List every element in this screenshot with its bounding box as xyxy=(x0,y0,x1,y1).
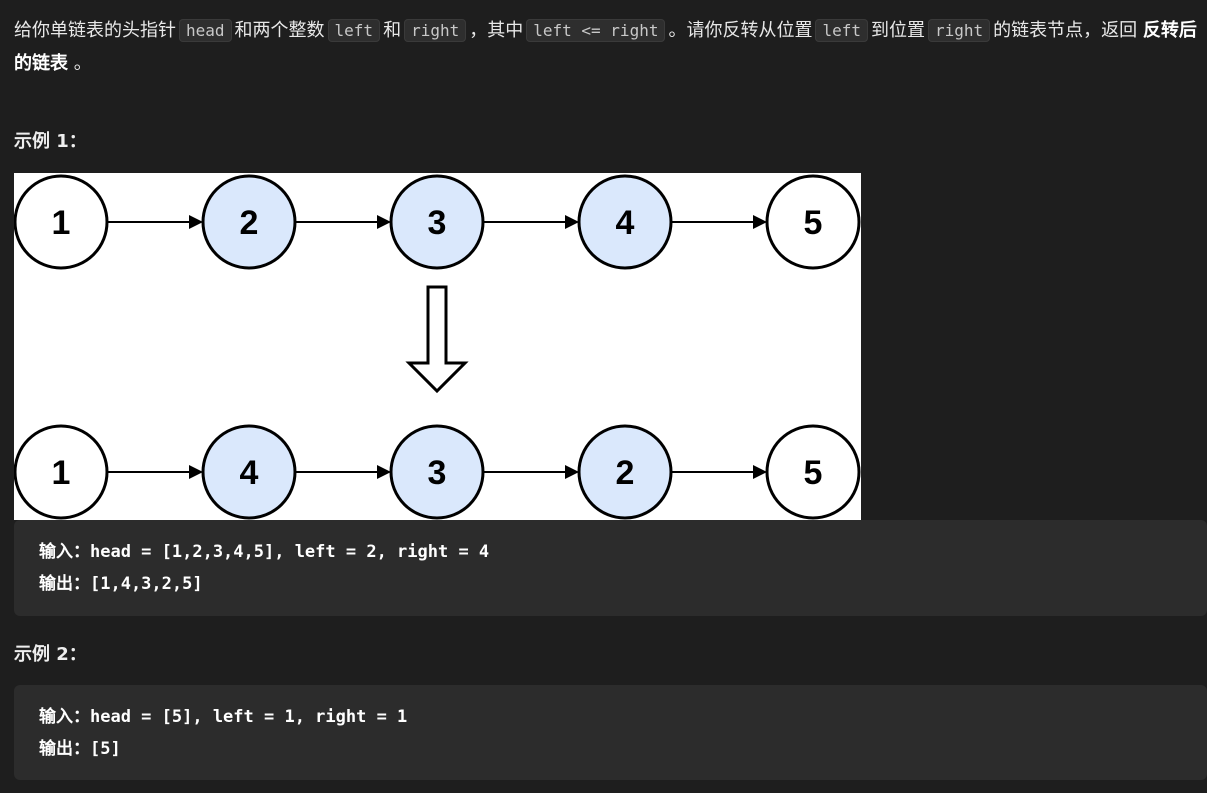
linked-list-diagram: 1 2 3 4 5 1 4 3 2 5 xyxy=(14,174,861,520)
desc-text: 和 xyxy=(383,20,402,41)
inline-code-left: left xyxy=(327,19,381,42)
desc-text: 给你单链表的头指针 xyxy=(14,20,176,41)
before-node-label: 3 xyxy=(428,204,447,242)
before-node-label: 4 xyxy=(616,204,635,242)
after-node-label: 4 xyxy=(240,454,259,492)
after-node-label: 2 xyxy=(616,454,635,492)
example-1-title: 示例 1： xyxy=(14,131,87,152)
input-value: head = [1,2,3,4,5], left = 2, right = 4 xyxy=(90,542,490,562)
output-label: 输出： xyxy=(39,574,90,594)
after-node-label: 1 xyxy=(52,454,71,492)
input-label: 输入： xyxy=(39,707,90,727)
before-link-arrowhead xyxy=(377,215,391,229)
after-node-label: 5 xyxy=(804,454,823,492)
before-node-label: 1 xyxy=(52,204,71,242)
before-node-label: 5 xyxy=(804,204,823,242)
desc-text: 的链表节点，返回 xyxy=(993,20,1138,41)
example-1-code-block: 输入：head = [1,2,3,4,5], left = 2, right =… xyxy=(14,520,1207,616)
inline-code-left: left xyxy=(815,19,868,42)
input-line: 输入：head = [5], left = 1, right = 1 xyxy=(39,701,1182,733)
after-link-arrowhead xyxy=(377,465,391,479)
example-1-diagram: 1 2 3 4 5 1 4 3 2 5 xyxy=(14,173,861,520)
before-link-arrowhead xyxy=(753,215,767,229)
after-link-arrowhead xyxy=(189,465,203,479)
problem-description: 给你单链表的头指针 head 和两个整数 left 和 right ，其中 left <= r… xyxy=(14,14,1199,80)
example-2-code-block: 输入：head = [5], left = 1, right = 1 输出：[5… xyxy=(14,685,1207,780)
output-line: 输出：[1,4,3,2,5] xyxy=(39,568,1182,600)
reverse-arrow-icon xyxy=(405,285,469,394)
inline-code-head: head xyxy=(179,19,232,42)
input-line: 输入：head = [1,2,3,4,5], left = 2, right =… xyxy=(39,536,1182,568)
after-link-arrowhead xyxy=(565,465,579,479)
inline-code-right: right xyxy=(928,19,991,42)
desc-text: 和两个整数 xyxy=(234,20,325,41)
desc-text: 。请你反转从位置 xyxy=(668,20,813,41)
before-link-arrowhead xyxy=(565,215,579,229)
inline-code-condition: left <= right xyxy=(526,19,666,42)
desc-text: 。 xyxy=(73,53,92,74)
before-node-label: 2 xyxy=(240,204,259,242)
output-label: 输出： xyxy=(39,739,90,759)
after-link-arrowhead xyxy=(753,465,767,479)
after-node-label: 3 xyxy=(428,454,447,492)
desc-text: 到位置 xyxy=(871,20,925,41)
input-label: 输入： xyxy=(39,542,90,562)
output-line: 输出：[5] xyxy=(39,733,1182,765)
description-paragraph: 给你单链表的头指针 head 和两个整数 left 和 right ，其中 left <= r… xyxy=(14,14,1199,80)
inline-code-right: right xyxy=(404,19,467,42)
input-value: head = [5], left = 1, right = 1 xyxy=(90,707,408,727)
example-2-title: 示例 2： xyxy=(14,644,87,665)
output-value: [1,4,3,2,5] xyxy=(90,574,203,594)
output-value: [5] xyxy=(90,739,121,759)
before-link-arrowhead xyxy=(189,215,203,229)
desc-text: ，其中 xyxy=(469,20,524,41)
